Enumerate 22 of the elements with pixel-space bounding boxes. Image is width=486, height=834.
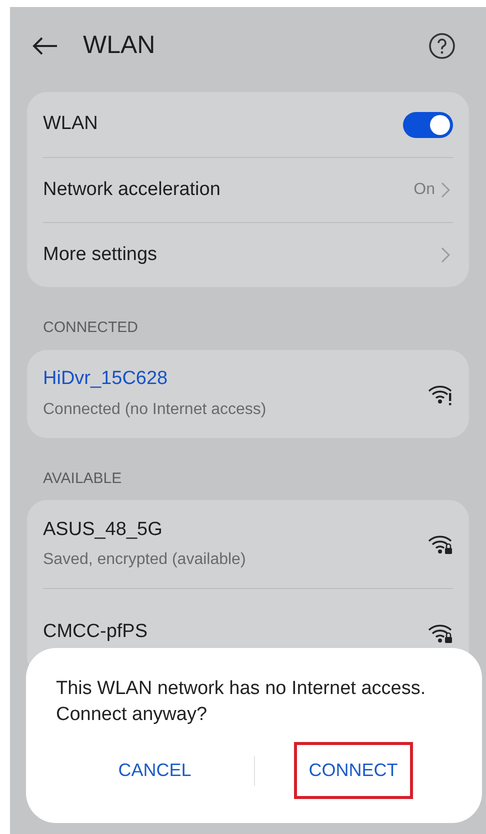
dialog-button[interactable]: CONNECT <box>294 742 413 799</box>
setting-value: On <box>414 180 435 200</box>
network-status: Saved, encrypted (available) <box>43 550 246 570</box>
settings-row[interactable]: Network acceleration On <box>43 157 453 222</box>
network-row[interactable]: ASUS_48_5G Saved, encrypted (available) <box>43 500 453 588</box>
network-status: Connected (no Internet access) <box>43 400 266 420</box>
network-name: HiDvr_15C628 <box>43 367 169 392</box>
setting-label: WLAN <box>43 112 98 136</box>
network-name: CMCC-pfPS <box>43 620 148 644</box>
dialog-message: This WLAN network has no Internet access. Connect anyway? <box>56 677 427 727</box>
dialog-button[interactable]: CANCEL <box>103 742 206 799</box>
chevron-right-icon <box>441 182 450 198</box>
page-title: WLAN <box>83 30 156 62</box>
back-arrow-icon[interactable] <box>32 36 58 56</box>
network-row[interactable]: HiDvr_15C628 Connected (no Internet access) <box>43 350 453 438</box>
settings-row[interactable]: More settings <box>43 222 453 287</box>
wlan-toggle[interactable] <box>403 112 453 138</box>
help-icon[interactable] <box>428 32 456 60</box>
section-heading: CONNECTED <box>42 318 140 338</box>
section-heading: AVAILABLE <box>42 468 123 488</box>
chevron-right-icon <box>441 247 450 263</box>
network-name: ASUS_48_5G <box>43 518 164 542</box>
